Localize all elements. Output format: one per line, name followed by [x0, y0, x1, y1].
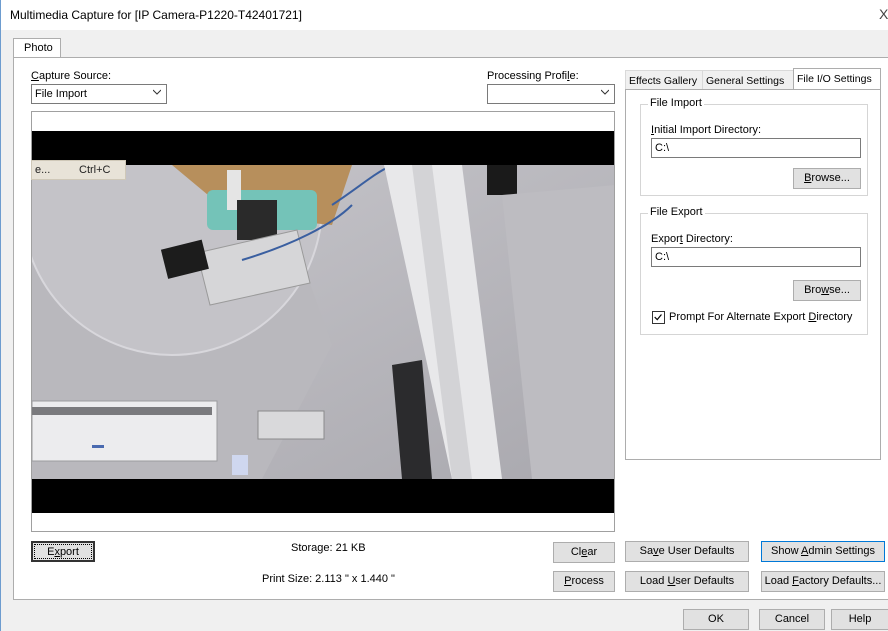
import-browse-button[interactable]: Browse...: [793, 168, 861, 189]
title-bar[interactable]: Multimedia Capture for [IP Camera-P1220-…: [1, 0, 888, 30]
initial-import-directory-field[interactable]: C:\: [651, 138, 861, 158]
save-user-defaults-button[interactable]: Save User Defaults: [625, 541, 749, 562]
context-menu-shortcut: Ctrl+C: [79, 164, 111, 176]
context-menu-label: e...: [35, 164, 51, 176]
settings-tabstrip: Effects Gallery General Settings File I/…: [625, 68, 885, 90]
file-import-title: File Import: [648, 97, 704, 109]
checkmark-icon: [654, 314, 662, 321]
file-export-title: File Export: [648, 206, 705, 218]
ok-button[interactable]: OK: [683, 609, 749, 630]
tab-photo[interactable]: Photo: [13, 38, 61, 58]
initial-import-directory-label: Initial Import Directory:: [651, 124, 762, 136]
tab-general-settings[interactable]: General Settings: [702, 70, 794, 90]
letterbox-bottom: [32, 479, 614, 513]
capture-source-select[interactable]: File Import: [31, 84, 167, 104]
load-user-defaults-button[interactable]: Load User Defaults: [625, 571, 749, 592]
tab-effects-gallery[interactable]: Effects Gallery: [625, 70, 703, 90]
load-factory-defaults-button[interactable]: Load Factory Defaults...: [761, 571, 885, 592]
export-directory-field[interactable]: C:\: [651, 247, 861, 267]
camera-photo: [32, 165, 614, 479]
prompt-alternate-export-checkbox[interactable]: [652, 311, 665, 324]
window-title: Multimedia Capture for [IP Camera-P1220-…: [10, 8, 302, 22]
dialog-window: Multimedia Capture for [IP Camera-P1220-…: [0, 0, 888, 631]
export-browse-button[interactable]: Browse...: [793, 280, 861, 301]
processing-profile-label: Processing Profile:: [487, 70, 579, 82]
export-directory-label: Export Directory:: [651, 233, 733, 245]
chevron-down-icon: [601, 89, 609, 95]
chevron-down-icon: [153, 89, 161, 95]
cancel-button[interactable]: Cancel: [759, 609, 825, 630]
capture-source-label: Capture Source:: [31, 70, 112, 82]
storage-label: Storage: 21 KB: [291, 542, 366, 554]
file-import-group: File Import Initial Import Directory: C:…: [640, 97, 868, 196]
file-io-settings-panel: File Import Initial Import Directory: C:…: [625, 89, 881, 460]
capture-source-value: File Import: [35, 88, 87, 100]
context-menu-item-copy[interactable]: e... Ctrl+C: [31, 160, 126, 180]
processing-profile-select[interactable]: [487, 84, 615, 104]
close-icon[interactable]: X: [879, 6, 888, 22]
help-button[interactable]: Help: [831, 609, 888, 630]
show-admin-settings-button[interactable]: Show Admin Settings: [761, 541, 885, 562]
export-button[interactable]: Export: [31, 541, 95, 562]
prompt-alternate-export-label[interactable]: Prompt For Alternate Export Directory: [669, 311, 852, 323]
file-export-group: File Export Export Directory: C:\ Browse…: [640, 206, 868, 335]
clear-button[interactable]: Clear: [553, 542, 615, 563]
tab-file-io-settings[interactable]: File I/O Settings: [793, 68, 881, 90]
print-size-label: Print Size: 2.113 " x 1.440 ": [262, 573, 395, 585]
process-button[interactable]: Process: [553, 571, 615, 592]
